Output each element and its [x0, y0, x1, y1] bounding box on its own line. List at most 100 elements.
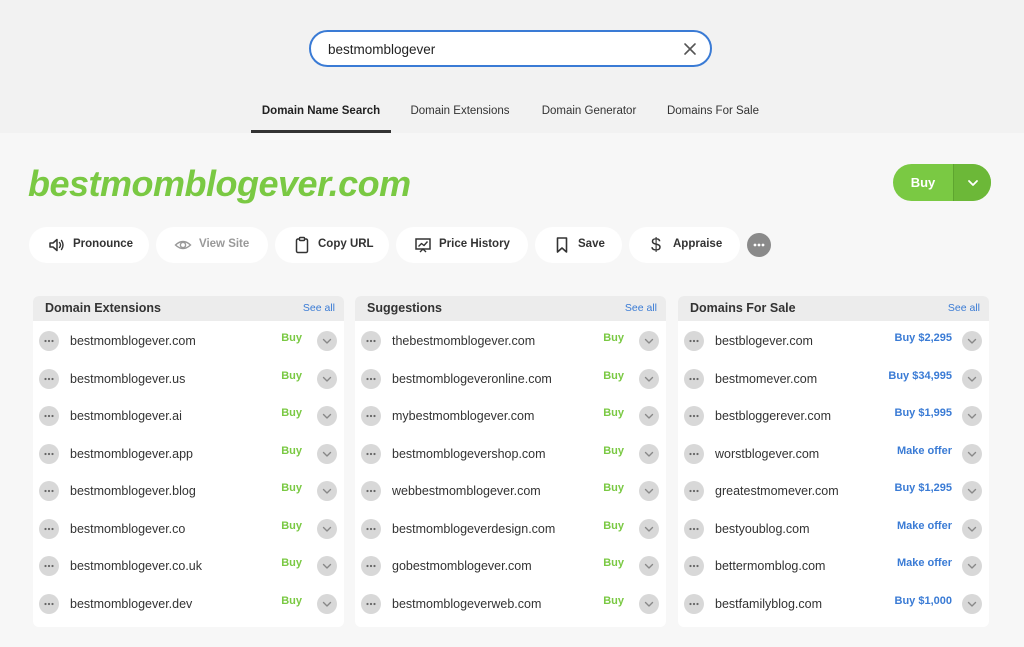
- domain-name[interactable]: bestmomblogever.co: [70, 522, 185, 536]
- domain-row[interactable]: bestmomblogevershop.com Buy: [355, 436, 666, 473]
- domain-row[interactable]: bestmomever.com Buy $34,995: [678, 361, 989, 398]
- domain-row[interactable]: gobestmomblogever.com Buy: [355, 548, 666, 585]
- buy-link[interactable]: Buy: [281, 332, 302, 344]
- domain-name[interactable]: bestmomblogeverweb.com: [392, 597, 541, 611]
- price-history-button[interactable]: Price History: [396, 227, 528, 263]
- row-options-button[interactable]: [684, 481, 704, 501]
- domain-row[interactable]: thebestmomblogever.com Buy: [355, 323, 666, 360]
- see-all-link[interactable]: See all: [948, 302, 980, 314]
- buy-link[interactable]: Make offer: [897, 520, 952, 532]
- domain-name[interactable]: bestbloggerever.com: [715, 409, 831, 423]
- buy-link[interactable]: Buy: [281, 557, 302, 569]
- buy-link[interactable]: Buy: [603, 482, 624, 494]
- tab-domains-for-sale[interactable]: Domains For Sale: [661, 92, 765, 133]
- buy-link[interactable]: Buy: [603, 407, 624, 419]
- row-options-button[interactable]: [684, 556, 704, 576]
- domain-row[interactable]: mybestmomblogever.com Buy: [355, 398, 666, 435]
- expand-row-button[interactable]: [962, 593, 982, 614]
- buy-link[interactable]: Buy: [281, 370, 302, 382]
- close-icon[interactable]: [681, 40, 699, 58]
- domain-name[interactable]: bestmomblogever.co.uk: [70, 559, 202, 573]
- buy-link[interactable]: Buy: [603, 445, 624, 457]
- row-options-button[interactable]: [39, 518, 59, 539]
- expand-row-button[interactable]: [639, 593, 659, 614]
- pronounce-button[interactable]: Pronounce: [29, 227, 149, 263]
- expand-row-button[interactable]: [639, 331, 659, 351]
- domain-name[interactable]: bestmomever.com: [715, 372, 817, 386]
- buy-link[interactable]: Buy: [603, 520, 624, 532]
- buy-link[interactable]: Buy: [603, 370, 624, 382]
- domain-row[interactable]: bestmomblogever.ai Buy: [33, 398, 344, 435]
- expand-row-button[interactable]: [962, 481, 982, 501]
- expand-row-button[interactable]: [317, 331, 337, 351]
- domain-name[interactable]: gobestmomblogever.com: [392, 559, 532, 573]
- buy-options-dropdown[interactable]: [953, 164, 991, 201]
- tab-domain-name-search[interactable]: Domain Name Search: [251, 92, 391, 133]
- domain-row[interactable]: bestmomblogever.com Buy: [33, 323, 344, 360]
- row-options-button[interactable]: [684, 593, 704, 614]
- buy-button[interactable]: Buy: [893, 164, 991, 201]
- row-options-button[interactable]: [361, 518, 381, 539]
- domain-row[interactable]: bestmomblogeverweb.com Buy: [355, 586, 666, 623]
- row-options-button[interactable]: [39, 443, 59, 464]
- domain-name[interactable]: greatestmomever.com: [715, 484, 839, 498]
- tab-domain-extensions[interactable]: Domain Extensions: [404, 92, 516, 133]
- copy-url-button[interactable]: Copy URL: [275, 227, 389, 263]
- row-options-button[interactable]: [361, 331, 381, 351]
- buy-link[interactable]: Buy: [281, 445, 302, 457]
- row-options-button[interactable]: [39, 593, 59, 614]
- row-options-button[interactable]: [361, 593, 381, 614]
- row-options-button[interactable]: [39, 406, 59, 426]
- row-options-button[interactable]: [39, 331, 59, 351]
- domain-name[interactable]: bettermomblog.com: [715, 559, 825, 573]
- domain-name[interactable]: bestmomblogeveronline.com: [392, 372, 552, 386]
- domain-row[interactable]: bestmomblogeveronline.com Buy: [355, 361, 666, 398]
- expand-row-button[interactable]: [317, 518, 337, 539]
- expand-row-button[interactable]: [317, 593, 337, 614]
- domain-name[interactable]: bestmomblogevershop.com: [392, 447, 546, 461]
- appraise-button[interactable]: $ Appraise: [629, 227, 740, 263]
- domain-row[interactable]: bestyoublog.com Make offer: [678, 511, 989, 548]
- domain-row[interactable]: bettermomblog.com Make offer: [678, 548, 989, 585]
- domain-row[interactable]: bestfamilyblog.com Buy $1,000: [678, 586, 989, 623]
- row-options-button[interactable]: [684, 443, 704, 464]
- domain-name[interactable]: worstblogever.com: [715, 447, 819, 461]
- row-options-button[interactable]: [361, 443, 381, 464]
- domain-row[interactable]: bestblogever.com Buy $2,295: [678, 323, 989, 360]
- row-options-button[interactable]: [361, 406, 381, 426]
- domain-name[interactable]: bestyoublog.com: [715, 522, 810, 536]
- row-options-button[interactable]: [684, 518, 704, 539]
- expand-row-button[interactable]: [962, 443, 982, 464]
- row-options-button[interactable]: [361, 481, 381, 501]
- domain-name[interactable]: mybestmomblogever.com: [392, 409, 534, 423]
- expand-row-button[interactable]: [317, 443, 337, 464]
- row-options-button[interactable]: [39, 368, 59, 389]
- buy-link[interactable]: Make offer: [897, 557, 952, 569]
- buy-link[interactable]: Buy: [281, 595, 302, 607]
- buy-button-label[interactable]: Buy: [893, 164, 953, 201]
- expand-row-button[interactable]: [317, 556, 337, 576]
- domain-row[interactable]: worstblogever.com Make offer: [678, 436, 989, 473]
- domain-row[interactable]: bestbloggerever.com Buy $1,995: [678, 398, 989, 435]
- buy-link[interactable]: Buy: [281, 520, 302, 532]
- buy-link[interactable]: Buy $1,000: [895, 595, 952, 607]
- domain-row[interactable]: bestmomblogeverdesign.com Buy: [355, 511, 666, 548]
- domain-name[interactable]: bestmomblogever.dev: [70, 597, 192, 611]
- domain-row[interactable]: webbestmomblogever.com Buy: [355, 473, 666, 510]
- domain-name[interactable]: bestmomblogever.app: [70, 447, 193, 461]
- view-site-button[interactable]: View Site: [156, 227, 268, 263]
- tab-domain-generator[interactable]: Domain Generator: [535, 92, 643, 133]
- row-options-button[interactable]: [39, 556, 59, 576]
- save-button[interactable]: Save: [535, 227, 622, 263]
- buy-link[interactable]: Make offer: [897, 445, 952, 457]
- see-all-link[interactable]: See all: [303, 302, 335, 314]
- domain-row[interactable]: greatestmomever.com Buy $1,295: [678, 473, 989, 510]
- domain-row[interactable]: bestmomblogever.co.uk Buy: [33, 548, 344, 585]
- expand-row-button[interactable]: [317, 406, 337, 426]
- domain-name[interactable]: bestfamilyblog.com: [715, 597, 822, 611]
- row-options-button[interactable]: [39, 481, 59, 501]
- domain-name[interactable]: bestblogever.com: [715, 334, 813, 348]
- search-box[interactable]: [309, 30, 712, 67]
- domain-row[interactable]: bestmomblogever.app Buy: [33, 436, 344, 473]
- domain-name[interactable]: bestmomblogever.com: [70, 334, 196, 348]
